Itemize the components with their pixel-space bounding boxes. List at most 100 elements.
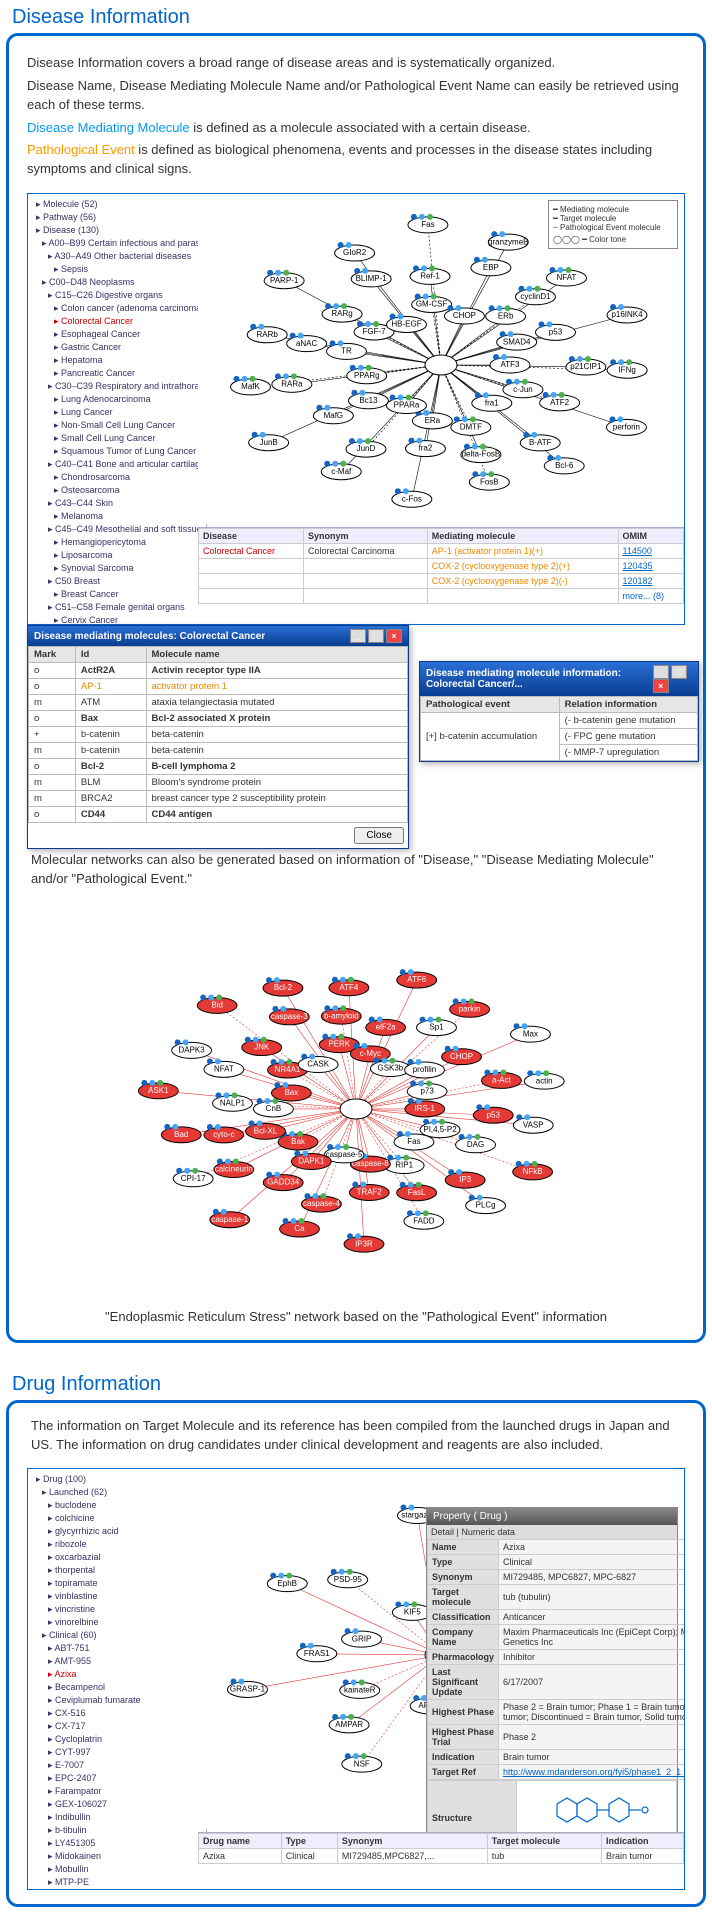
drug-property-panel[interactable]: Property ( Drug ) Detail | Numeric data … [426,1507,678,1857]
tree-item[interactable]: ▸ Ceviplumab fumarate [32,1694,202,1707]
tree-item[interactable]: ▸ Squamous Tumor of Lung Cancer [32,445,202,458]
popup-info-title[interactable]: Disease mediating molecule information: … [420,662,698,696]
tree-item[interactable]: ▸ C45–C49 Mesothelial and soft tissue [32,523,202,536]
tree-item[interactable]: ▸ C50 Breast [32,575,202,588]
disease-network[interactable]: ━ Mediating molecule ━ Target molecule ┄… [198,194,684,524]
svg-text:RARg: RARg [331,309,352,318]
tree-item[interactable]: ▸ Synovial Sarcoma [32,562,202,575]
tree-item[interactable]: ▸ GEX-106027 [32,1798,202,1811]
tree-item[interactable]: ▸ Launched (62) [32,1486,202,1499]
tree-item[interactable]: ▸ Pancreatic Cancer [32,367,202,380]
window-buttons[interactable]: _□× [651,665,692,693]
tree-item[interactable]: ▸ Lung Adenocarcinoma [32,393,202,406]
pathological-network[interactable]: IRS-1DAGPLCgPI,4,5-P2IP3FADDFasFasLIP3RR… [27,903,685,1303]
tree-item[interactable]: ▸ Disease (130) [32,224,202,237]
tree-item[interactable]: ▸ Becampenol [32,1681,202,1694]
tree-item[interactable]: ▸ Gastric Cancer [32,341,202,354]
tree-item[interactable]: ▸ MTP-PE [32,1876,202,1889]
svg-text:CHOP: CHOP [450,1052,473,1061]
tree-item[interactable]: ▸ Sepsis [32,263,202,276]
drug-bottom-table[interactable]: Drug nameTypeSynonymTarget moleculeIndic… [198,1832,684,1889]
tree-item[interactable]: ▸ Small Cell Lung Cancer [32,432,202,445]
tree-item[interactable]: ▸ Liposarcoma [32,549,202,562]
tree-item[interactable]: ▸ Midokainen [32,1850,202,1863]
tree-item[interactable]: ▸ Chondrosarcoma [32,471,202,484]
tree-item[interactable]: ▸ C30–C39 Respiratory and intrathoracic [32,380,202,393]
popup-container: Disease mediating molecules: Colorectal … [27,625,685,843]
tree-item[interactable]: ▸ Drug (100) [32,1473,202,1486]
svg-text:EBP: EBP [483,263,499,272]
tree-item[interactable]: ▸ Melanoma [32,510,202,523]
tree-item[interactable]: ▸ AMT-955 [32,1655,202,1668]
popup-dmm-info[interactable]: Disease mediating molecule information: … [419,661,699,762]
tree-item[interactable]: ▸ Cervix Cancer [32,614,202,625]
tree-item[interactable]: ▸ ribozole [32,1538,202,1551]
svg-text:actin: actin [536,1076,553,1085]
tree-item[interactable]: ▸ C51–C58 Female genital organs [32,601,202,614]
tree-item[interactable]: ▸ Esophageal Cancer [32,328,202,341]
svg-text:PPARa: PPARa [394,401,420,410]
intro-line1: Disease Information covers a broad range… [27,54,685,73]
disease-info-table[interactable]: Disease Synonym Mediating molecule OMIM … [198,527,684,624]
svg-text:caspase-5: caspase-5 [326,1150,363,1159]
tree-item[interactable]: ▸ Colorectal Cancer [32,315,202,328]
popup-dmm[interactable]: Disease mediating molecules: Colorectal … [27,625,409,849]
tree-item[interactable]: ▸ Mobullin [32,1863,202,1876]
tree-item[interactable]: ▸ E-7007 [32,1759,202,1772]
prop-tabs[interactable]: Detail | Numeric data [427,1525,677,1539]
popup-dmm-title[interactable]: Disease mediating molecules: Colorectal … [28,626,408,646]
svg-text:fra1: fra1 [485,398,499,407]
tree-item[interactable]: ▸ thorpental [32,1564,202,1577]
tree-item[interactable]: ▸ Non-Small Cell Lung Cancer [32,419,202,432]
drug-tree[interactable]: ▸ Drug (100)▸ Launched (62)▸ buclodene▸ … [28,1469,207,1890]
tree-item[interactable]: ▸ A30–A49 Other bacterial diseases [32,250,202,263]
tree-item[interactable]: ▸ Indibullin [32,1811,202,1824]
tree-item[interactable]: ▸ C15–C26 Digestive organs [32,289,202,302]
tree-item[interactable]: ▸ C40–C41 Bone and articular cartilage [32,458,202,471]
tree-item[interactable]: ▸ Molecule (52) [32,198,202,211]
tree-item[interactable]: ▸ CX-516 [32,1707,202,1720]
tree-item[interactable]: ▸ b-tibulin [32,1824,202,1837]
tree-item[interactable]: ▸ NY-00151 [32,1889,202,1890]
maximize-icon: □ [671,665,687,679]
svg-text:ATF4: ATF4 [339,983,358,992]
tree-item[interactable]: ▸ topiramate [32,1577,202,1590]
tree-item[interactable]: ▸ vinorelbine [32,1616,202,1629]
tree-item[interactable]: ▸ vincristine [32,1603,202,1616]
tree-item[interactable]: ▸ glycyrrhizic acid [32,1525,202,1538]
disease-tree[interactable]: ▸ Molecule (52)▸ Pathway (56)▸ Disease (… [28,194,207,625]
tree-item[interactable]: ▸ Osteosarcoma [32,484,202,497]
tree-item[interactable]: ▸ C00–D48 Neoplasms [32,276,202,289]
tree-item[interactable]: ▸ ABT-751 [32,1642,202,1655]
tree-item[interactable]: ▸ oxcarbazial [32,1551,202,1564]
tree-item[interactable]: ▸ A00–B99 Certain infectious and parasit… [32,237,202,250]
tree-item[interactable]: ▸ CX-717 [32,1720,202,1733]
tree-item[interactable]: ▸ EPC-2407 [32,1772,202,1785]
tree-item[interactable]: ▸ C43–C44 Skin [32,497,202,510]
tree-item[interactable]: ▸ LY451305 [32,1837,202,1850]
tree-item[interactable]: ▸ Clinical (60) [32,1629,202,1642]
tree-item[interactable]: ▸ colchicine [32,1512,202,1525]
svg-text:CHOP: CHOP [453,311,476,320]
tree-item[interactable]: ▸ Colon cancer (adenoma carcinoma s [32,302,202,315]
tree-item[interactable]: ▸ CYT-997 [32,1746,202,1759]
svg-text:BLIMP-1: BLIMP-1 [356,274,388,283]
tree-item[interactable]: ▸ Breast Cancer [32,588,202,601]
tree-item[interactable]: ▸ Hepatoma [32,354,202,367]
svg-text:PI,4,5-P2: PI,4,5-P2 [423,1125,457,1134]
svg-text:profilin: profilin [413,1065,436,1074]
tree-item[interactable]: ▸ vinblastine [32,1590,202,1603]
tree-item[interactable]: ▸ Hemangiopericytoma [32,536,202,549]
svg-text:PSD-95: PSD-95 [334,1575,363,1584]
close-button[interactable]: Close [354,827,404,844]
tree-item[interactable]: ▸ Azixa [32,1668,202,1681]
svg-text:GIoR2: GIoR2 [343,248,367,257]
svg-text:cyclinD1: cyclinD1 [520,292,551,301]
tree-item[interactable]: ▸ Farampator [32,1785,202,1798]
window-buttons[interactable]: _□× [348,629,402,643]
svg-text:IRS-1: IRS-1 [415,1104,436,1113]
tree-item[interactable]: ▸ Pathway (56) [32,211,202,224]
tree-item[interactable]: ▸ buclodene [32,1499,202,1512]
tree-item[interactable]: ▸ Lung Cancer [32,406,202,419]
tree-item[interactable]: ▸ Cycloplatrin [32,1733,202,1746]
